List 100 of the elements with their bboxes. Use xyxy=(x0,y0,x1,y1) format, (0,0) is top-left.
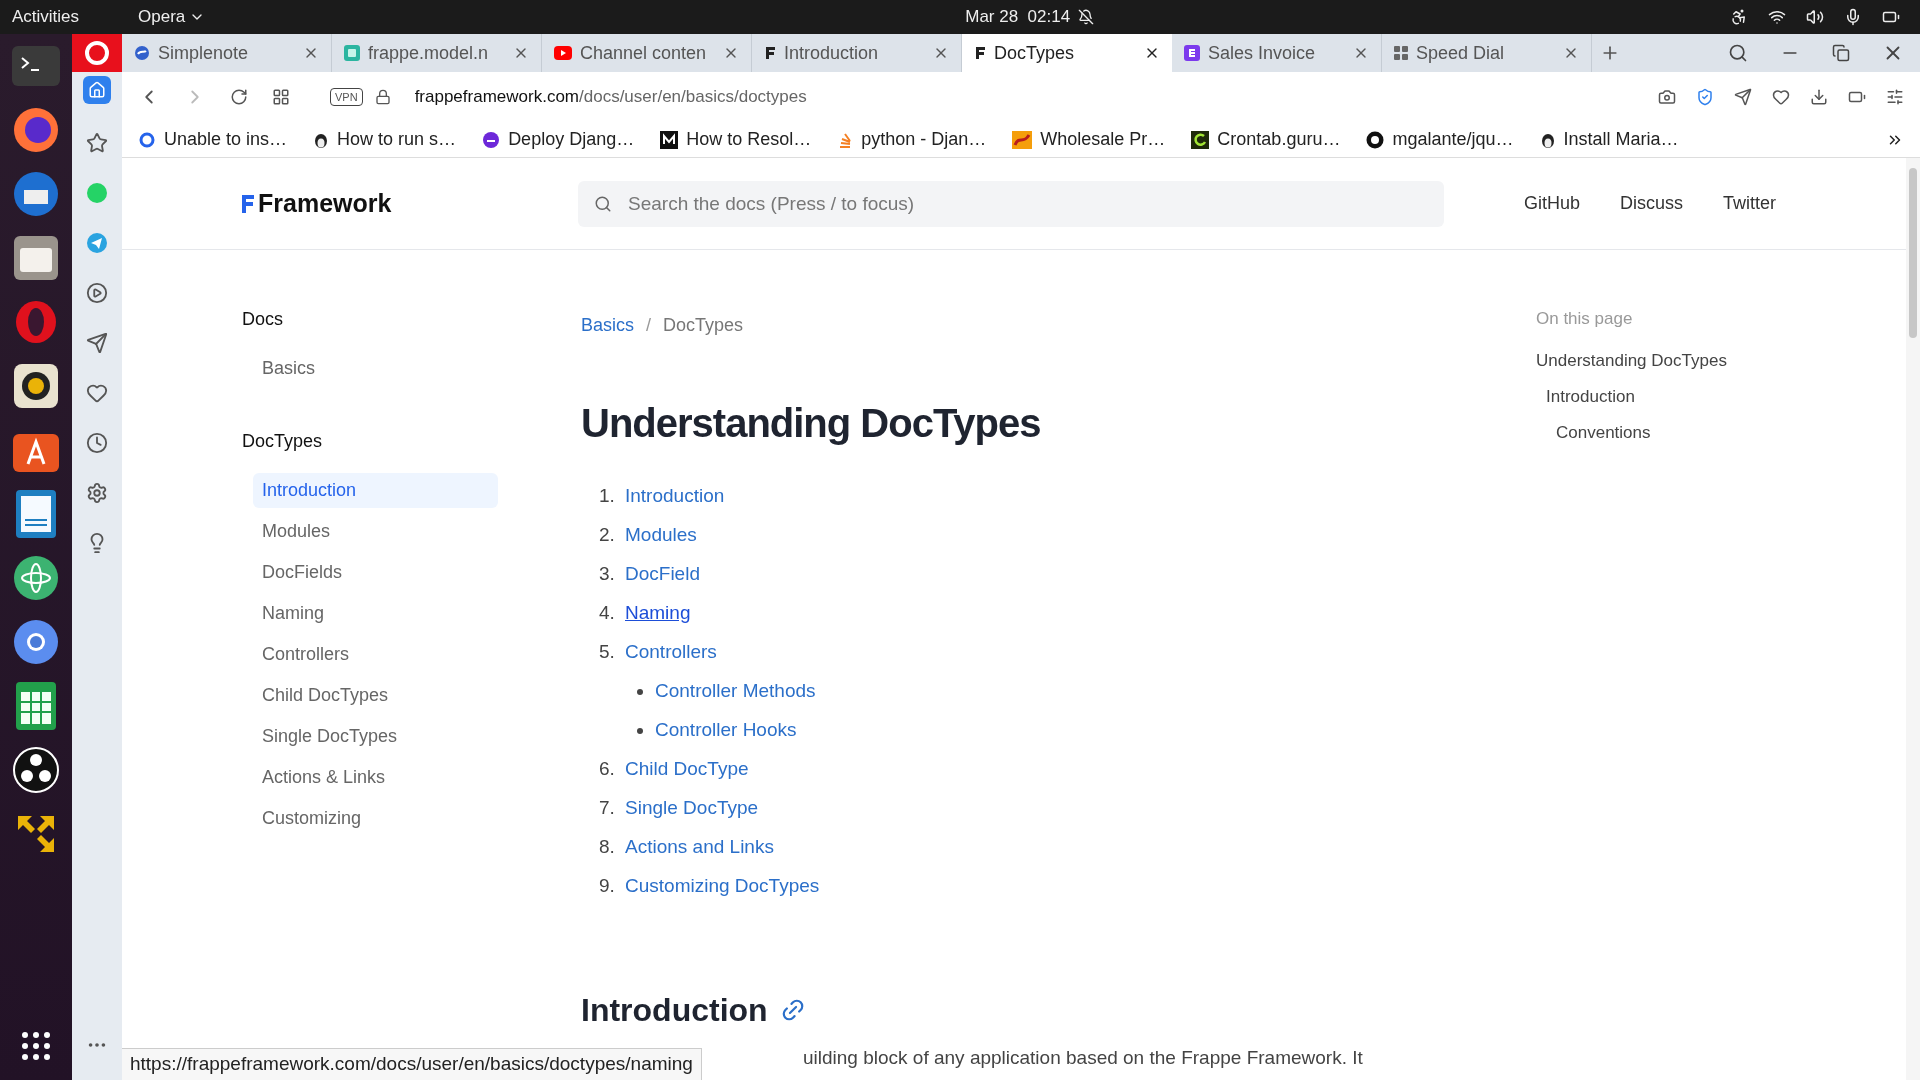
nav-link[interactable]: GitHub xyxy=(1524,190,1581,217)
heart-icon[interactable] xyxy=(1772,88,1790,106)
speaker-icon[interactable] xyxy=(12,362,60,410)
settings-icon[interactable] xyxy=(1886,88,1904,106)
bookmark[interactable]: Install Maria… xyxy=(1539,126,1679,153)
toc-link[interactable]: Conventions xyxy=(1556,419,1906,456)
body-text: uilding block of any application based on the Frappe Framework. It xyxy=(803,1046,1364,1070)
home-icon[interactable] xyxy=(83,76,111,104)
f-logo-icon xyxy=(974,46,986,60)
search-icon[interactable] xyxy=(1728,43,1748,63)
send-icon[interactable] xyxy=(86,332,108,354)
heart-icon[interactable] xyxy=(86,382,108,404)
settings-icon[interactable] xyxy=(86,482,108,504)
swirl-icon xyxy=(134,45,150,61)
bookmark[interactable]: How to Resol… xyxy=(660,126,812,153)
contents-link[interactable]: Child DocType xyxy=(625,755,749,784)
status-url: https://frappeframework.com/docs/user/en/basics/doctypes/naming xyxy=(122,1048,702,1080)
sidebar-heading: Docs xyxy=(242,308,284,331)
crontab-icon xyxy=(1191,130,1210,149)
f-logo-icon xyxy=(764,46,776,60)
camera-icon[interactable] xyxy=(1658,88,1676,106)
breadcrumb-link[interactable]: Basics xyxy=(581,312,634,339)
tab-title: Sales Invoice xyxy=(1208,41,1317,65)
download-icon[interactable] xyxy=(1810,88,1828,106)
contents-link[interactable]: Controllers xyxy=(625,638,717,667)
contents-link[interactable]: Introduction xyxy=(625,482,725,511)
e-logo-icon xyxy=(1184,45,1200,61)
tabs-grid-icon[interactable] xyxy=(272,88,290,106)
restore-icon[interactable] xyxy=(1832,44,1850,62)
lock-icon xyxy=(374,89,391,105)
toc-link[interactable]: Understanding DocTypes xyxy=(1536,347,1906,384)
scrollbar[interactable] xyxy=(1906,158,1920,1080)
tab-title: Channel conten xyxy=(580,41,708,65)
sidebar-item[interactable]: Modules xyxy=(253,514,498,549)
nav-link[interactable]: Discuss xyxy=(1620,190,1684,217)
bookmark[interactable]: Wholesale Pr… xyxy=(1012,126,1166,153)
browser-icon[interactable] xyxy=(12,618,60,666)
address-field[interactable]: frappeframework.com/docs/user/en/basics/doctypes xyxy=(414,84,807,110)
folder-icon[interactable] xyxy=(12,234,60,282)
sidebar-item[interactable]: Customizing xyxy=(253,801,498,836)
app-menu[interactable]: Opera xyxy=(138,4,206,30)
sidebar-item[interactable]: Child DocTypes xyxy=(253,678,498,713)
accessibility-icon[interactable] xyxy=(1730,8,1748,26)
contents-link[interactable]: Customizing DocTypes xyxy=(625,872,820,901)
sidebar-item[interactable]: Actions & Links xyxy=(253,760,498,795)
contents-link[interactable]: Controller Methods xyxy=(655,677,816,706)
clock-icon[interactable] xyxy=(86,432,108,454)
app-icon xyxy=(344,45,360,61)
toc-link[interactable]: Introduction xyxy=(1546,383,1906,420)
play-icon[interactable] xyxy=(86,282,108,304)
contents-link[interactable]: DocField xyxy=(625,560,700,589)
sidebar-heading: DocTypes xyxy=(242,430,324,453)
bookmark[interactable]: python - Djan… xyxy=(837,126,987,153)
breadcrumb-separator: / xyxy=(646,314,652,337)
clock[interactable]: Mar 28 02:14 xyxy=(965,4,1095,30)
volume-icon[interactable] xyxy=(1806,8,1824,26)
wifi-icon[interactable] xyxy=(1768,8,1786,26)
bullet-icon xyxy=(637,688,643,695)
microphone-icon[interactable] xyxy=(1844,8,1862,26)
bell-off-icon xyxy=(1078,9,1095,25)
paper-plane-icon[interactable] xyxy=(86,232,108,254)
vpn-badge[interactable]: VPN xyxy=(330,87,363,107)
bookmark[interactable]: How to run s… xyxy=(313,126,457,153)
sidebar-item[interactable]: DocFields xyxy=(253,555,498,590)
contents-link[interactable]: Single DocType xyxy=(625,794,759,823)
list-number: 6. xyxy=(599,757,616,782)
m-logo-icon xyxy=(660,130,679,149)
firefox-icon[interactable] xyxy=(12,106,60,154)
sidebar-item[interactable]: Basics xyxy=(253,351,498,386)
browser-tab[interactable]: DocTypes xyxy=(962,34,1172,72)
search-field[interactable]: Search the docs (Press / to focus) xyxy=(578,180,1444,227)
bookmark[interactable]: mgalante/jqu… xyxy=(1366,126,1514,153)
nav-link[interactable]: Twitter xyxy=(1723,190,1777,217)
tab-title: frappe.model.n xyxy=(368,41,490,65)
atom-icon[interactable] xyxy=(12,554,60,602)
sidebar-item[interactable]: Introduction xyxy=(253,473,498,508)
record-icon[interactable] xyxy=(12,746,60,794)
bookmark[interactable]: Crontab.guru… xyxy=(1191,126,1341,153)
mail-icon[interactable] xyxy=(12,170,60,218)
bookmark[interactable]: Unable to ins… xyxy=(138,126,288,153)
sidebar-item[interactable]: Controllers xyxy=(253,637,498,672)
list-number: 7. xyxy=(599,796,616,821)
site-logo[interactable]: Framework xyxy=(242,184,578,223)
sidebar-item[interactable]: Naming xyxy=(253,596,498,631)
contents-link[interactable]: Modules xyxy=(625,521,697,550)
shield-icon[interactable] xyxy=(1696,88,1714,106)
reload-icon[interactable] xyxy=(230,88,248,106)
ring-icon xyxy=(138,130,156,149)
bookmark[interactable]: Deploy Djang… xyxy=(482,126,635,153)
contents-link[interactable]: Actions and Links xyxy=(625,833,774,862)
activities-button[interactable]: Activities xyxy=(12,4,122,30)
list-number: 5. xyxy=(599,640,616,665)
sidebar-item[interactable]: Single DocTypes xyxy=(253,719,498,754)
star-icon[interactable] xyxy=(86,132,108,154)
opera-logo[interactable] xyxy=(72,34,122,72)
contents-link[interactable]: Naming xyxy=(625,599,691,628)
contents-link[interactable]: Controller Hooks xyxy=(655,716,797,745)
list-number: 1. xyxy=(599,484,616,509)
app-grid-icon[interactable] xyxy=(22,1032,50,1060)
send-icon[interactable] xyxy=(1734,88,1752,106)
